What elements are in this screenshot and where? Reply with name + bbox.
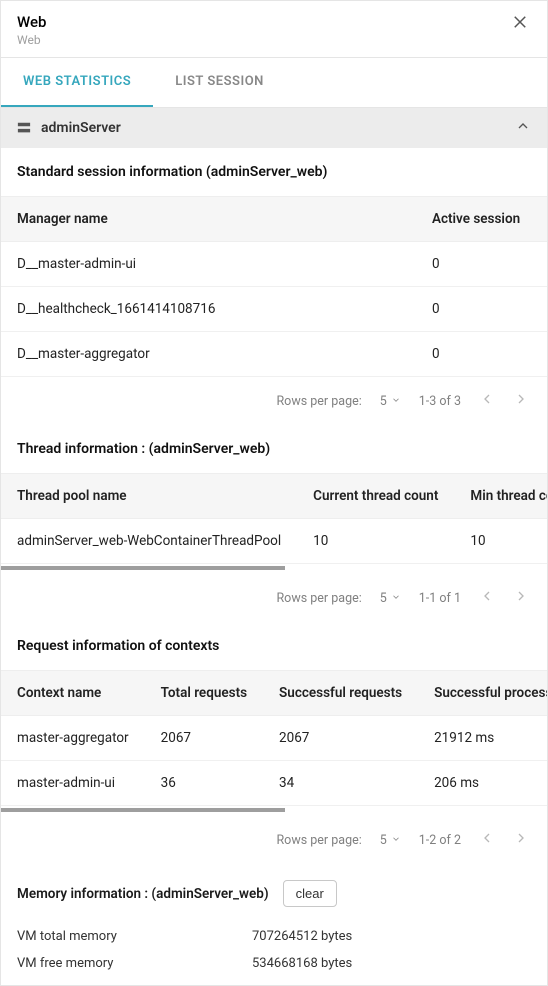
cell-active: 0 bbox=[416, 242, 547, 287]
cell-manager-name: D__master-admin-ui bbox=[1, 242, 416, 287]
cell-active: 0 bbox=[416, 287, 547, 332]
col-total-requests: Total requests bbox=[145, 671, 263, 716]
memory-row: VM total memory 707264512 bytes bbox=[1, 923, 547, 950]
tab-web-statistics[interactable]: WEB STATISTICS bbox=[1, 58, 153, 107]
cell-manager-name: D__healthcheck_1661414108716 bbox=[1, 287, 416, 332]
close-icon bbox=[511, 11, 529, 36]
chevron-up-icon bbox=[515, 118, 531, 138]
thread-table: Thread pool name Current thread count Mi… bbox=[1, 473, 547, 564]
rows-per-page-label: Rows per page: bbox=[276, 394, 361, 409]
rows-per-page-select[interactable]: 5 bbox=[380, 394, 401, 409]
table-row: D__master-aggregator 0 bbox=[1, 332, 547, 377]
memory-section-header: Memory information : (adminServer_web) c… bbox=[1, 864, 547, 923]
page-range: 1-2 of 2 bbox=[419, 833, 461, 848]
clear-button[interactable]: clear bbox=[283, 880, 337, 907]
server-accordion-header[interactable]: adminServer bbox=[1, 108, 547, 148]
page-range: 1-3 of 3 bbox=[419, 394, 461, 409]
thread-pager: Rows per page: 5 1-1 of 1 bbox=[1, 574, 547, 622]
memory-row: VM free memory 534668168 bytes bbox=[1, 950, 547, 977]
tab-list-session[interactable]: LIST SESSION bbox=[153, 58, 286, 107]
table-row: D__healthcheck_1661414108716 0 bbox=[1, 287, 547, 332]
accordion-content: Standard session information (adminServe… bbox=[1, 148, 547, 985]
cell-total: 36 bbox=[145, 761, 263, 806]
server-icon bbox=[17, 121, 31, 135]
thread-section-title: Thread information : (adminServer_web) bbox=[1, 425, 547, 473]
session-pager: Rows per page: 5 1-3 of 3 bbox=[1, 377, 547, 425]
request-section-title: Request information of contexts bbox=[1, 622, 547, 670]
next-page-button[interactable] bbox=[513, 391, 529, 411]
col-min-thread: Min thread count bbox=[454, 474, 547, 519]
memory-section-title: Memory information : (adminServer_web) bbox=[17, 886, 269, 902]
panel-header: Web Web bbox=[1, 1, 547, 57]
session-section-title: Standard session information (adminServe… bbox=[1, 148, 547, 196]
page-subtitle: Web bbox=[17, 33, 509, 47]
request-table-wrap: Context name Total requests Successful r… bbox=[1, 670, 547, 816]
web-panel: Web Web WEB STATISTICS LIST SESSION admi… bbox=[0, 0, 548, 986]
page-range: 1-1 of 1 bbox=[419, 591, 461, 606]
memory-key: VM free memory bbox=[17, 956, 252, 971]
cell-active: 0 bbox=[416, 332, 547, 377]
thread-table-wrap: Thread pool name Current thread count Mi… bbox=[1, 473, 547, 574]
next-page-button[interactable] bbox=[513, 830, 529, 850]
request-table: Context name Total requests Successful r… bbox=[1, 670, 547, 806]
next-page-button[interactable] bbox=[513, 588, 529, 608]
rows-per-page-label: Rows per page: bbox=[276, 591, 361, 606]
col-successful-requests: Successful requests bbox=[263, 671, 418, 716]
memory-value: 707264512 bytes bbox=[252, 929, 352, 944]
table-row: master-aggregator 2067 2067 21912 ms bbox=[1, 716, 547, 761]
col-active-session: Active session bbox=[416, 197, 547, 242]
session-table: Manager name Active session D__master-ad… bbox=[1, 196, 547, 377]
cell-manager-name: D__master-aggregator bbox=[1, 332, 416, 377]
close-button[interactable] bbox=[509, 13, 531, 35]
cell-time: 21912 ms bbox=[418, 716, 547, 761]
table-row: D__master-admin-ui 0 bbox=[1, 242, 547, 287]
col-context-name: Context name bbox=[1, 671, 145, 716]
cell-time: 206 ms bbox=[418, 761, 547, 806]
horizontal-scrollbar[interactable] bbox=[1, 808, 285, 812]
col-thread-pool: Thread pool name bbox=[1, 474, 297, 519]
rows-per-page-select[interactable]: 5 bbox=[380, 591, 401, 606]
col-processing-time: Successful processing time bbox=[418, 671, 547, 716]
cell-ctx: master-aggregator bbox=[1, 716, 145, 761]
rows-per-page-label: Rows per page: bbox=[276, 833, 361, 848]
horizontal-scrollbar[interactable] bbox=[1, 566, 285, 570]
server-name: adminServer bbox=[41, 120, 121, 136]
prev-page-button[interactable] bbox=[479, 588, 495, 608]
cell-min: 10 bbox=[454, 519, 547, 564]
cell-pool: adminServer_web-WebContainerThreadPool bbox=[1, 519, 297, 564]
cell-succ: 2067 bbox=[263, 716, 418, 761]
cell-succ: 34 bbox=[263, 761, 418, 806]
prev-page-button[interactable] bbox=[479, 830, 495, 850]
rows-per-page-select[interactable]: 5 bbox=[380, 833, 401, 848]
memory-value: 534668168 bytes bbox=[252, 956, 352, 971]
col-current-thread: Current thread count bbox=[297, 474, 454, 519]
tab-bar: WEB STATISTICS LIST SESSION bbox=[1, 57, 547, 108]
caret-down-icon bbox=[391, 591, 401, 606]
prev-page-button[interactable] bbox=[479, 391, 495, 411]
header-titles: Web Web bbox=[17, 13, 509, 47]
cell-ctx: master-admin-ui bbox=[1, 761, 145, 806]
table-row: adminServer_web-WebContainerThreadPool 1… bbox=[1, 519, 547, 564]
table-row: master-admin-ui 36 34 206 ms bbox=[1, 761, 547, 806]
request-pager: Rows per page: 5 1-2 of 2 bbox=[1, 816, 547, 864]
caret-down-icon bbox=[391, 394, 401, 409]
page-title: Web bbox=[17, 13, 509, 31]
cell-total: 2067 bbox=[145, 716, 263, 761]
col-manager-name: Manager name bbox=[1, 197, 416, 242]
memory-key: VM total memory bbox=[17, 929, 252, 944]
cell-cur: 10 bbox=[297, 519, 454, 564]
caret-down-icon bbox=[391, 833, 401, 848]
